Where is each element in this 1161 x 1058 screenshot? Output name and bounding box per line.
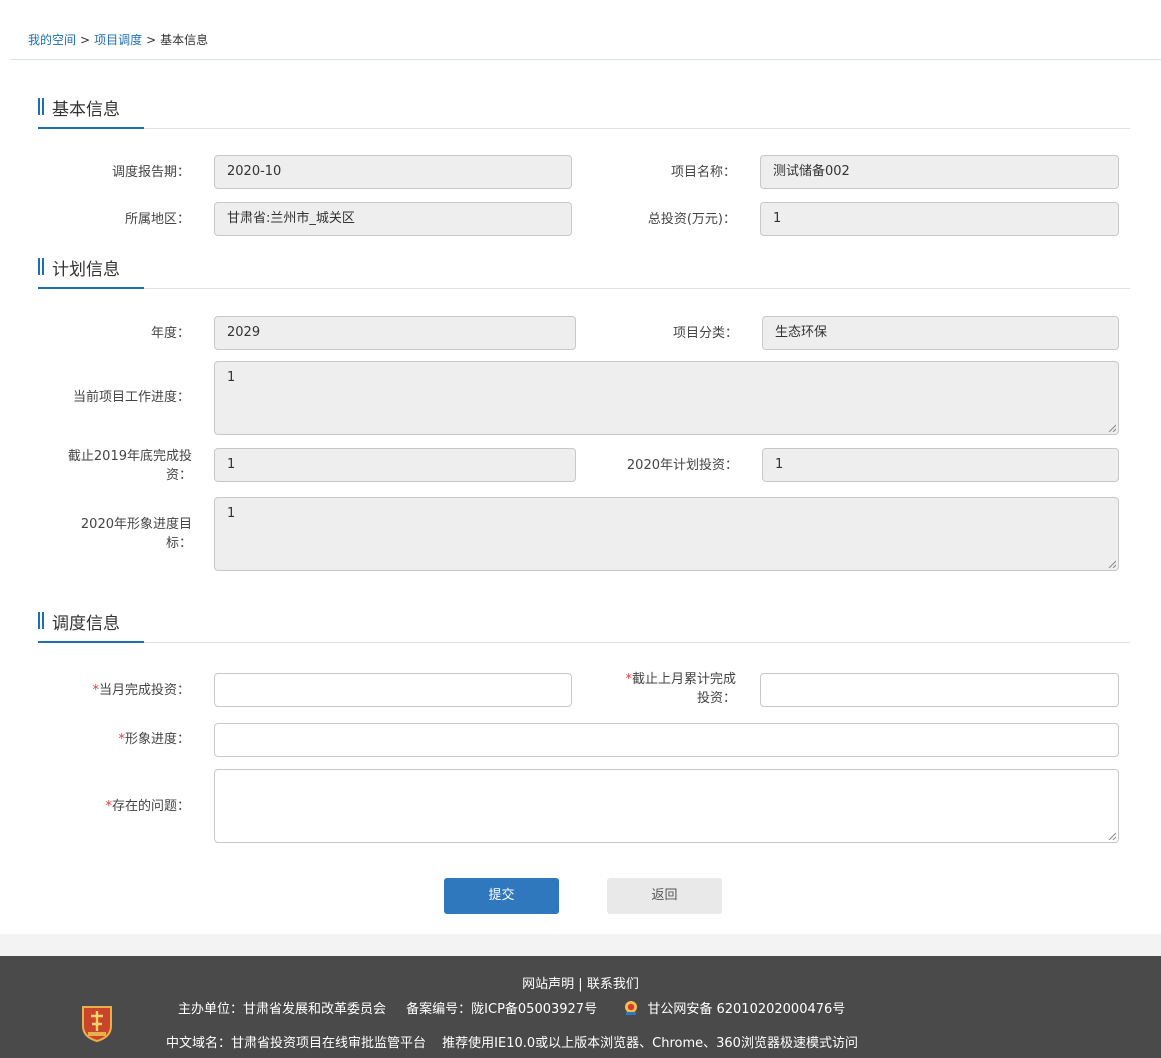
section-marker-icon bbox=[38, 612, 44, 629]
top-divider bbox=[10, 59, 1161, 60]
project-name-label: 项目名称： bbox=[670, 165, 736, 180]
cumulative-investment-label-line2: 投资： bbox=[696, 691, 736, 706]
completed-2019-field: 1 bbox=[214, 448, 576, 482]
monthly-investment-label-text: 当月完成投资： bbox=[98, 683, 190, 698]
region-label: 所属地区： bbox=[124, 212, 190, 227]
section-title-dispatch: 调度信息 bbox=[52, 614, 120, 634]
breadcrumb: 我的空间 > 项目调度 > 基本信息 bbox=[28, 31, 208, 48]
section-divider bbox=[38, 128, 1130, 129]
section-title-plan: 计划信息 bbox=[52, 260, 120, 280]
section-underline bbox=[38, 287, 144, 289]
breadcrumb-project-dispatch[interactable]: 项目调度 bbox=[94, 33, 142, 47]
footer-domain: 中文域名：甘肃省投资项目在线审批监管平台 bbox=[166, 1036, 427, 1051]
cumulative-investment-label: *截止上月累计完成 投资： bbox=[580, 670, 736, 708]
target-2020-value: 1 bbox=[227, 506, 236, 521]
resize-grip-icon[interactable] bbox=[1108, 560, 1116, 568]
footer-police-record[interactable]: 甘公网安备 62010202000476号 bbox=[647, 1002, 845, 1017]
section-divider bbox=[38, 642, 1130, 643]
footer-spacer bbox=[0, 934, 1161, 956]
region-field: 甘肃省:兰州市_城关区 bbox=[214, 202, 572, 236]
page: 我的空间 > 项目调度 > 基本信息 基本信息 调度报告期： 2020-10 项目名称：… bbox=[0, 0, 1161, 1058]
resize-grip-icon[interactable] bbox=[1108, 424, 1116, 432]
report-period-field: 2020-10 bbox=[214, 155, 572, 189]
section-marker-icon bbox=[38, 98, 44, 115]
breadcrumb-my-space[interactable]: 我的空间 bbox=[28, 33, 76, 47]
issues-textarea[interactable] bbox=[214, 769, 1119, 843]
breadcrumb-separator: > bbox=[146, 33, 157, 47]
section-divider bbox=[38, 288, 1130, 289]
footer-sponsor: 主办单位：甘肃省发展和改革委员会 bbox=[178, 1002, 387, 1017]
issues-label-text: 存在的问题： bbox=[111, 799, 190, 814]
monthly-investment-input[interactable] bbox=[214, 673, 572, 707]
section-marker-icon bbox=[38, 258, 44, 275]
section-underline bbox=[38, 641, 144, 643]
footer-links[interactable]: 网站声明 | 联系我们 bbox=[0, 973, 1161, 992]
completed-2019-label: 截止2019年底完成投 资： bbox=[40, 447, 192, 485]
total-investment-field: 1 bbox=[760, 202, 1119, 236]
footer-row-domain: 中文域名：甘肃省投资项目在线审批监管平台 推荐使用IE10.0或以上版本浏览器、… bbox=[166, 1032, 858, 1051]
back-button[interactable]: 返回 bbox=[607, 878, 722, 914]
target-2020-label-line2: 标： bbox=[165, 536, 192, 551]
police-badge-icon bbox=[625, 1001, 638, 1015]
planned-2020-field: 1 bbox=[762, 448, 1119, 482]
category-field: 生态环保 bbox=[762, 316, 1119, 350]
breadcrumb-separator: > bbox=[80, 33, 91, 47]
report-period-label: 调度报告期： bbox=[111, 165, 190, 180]
year-label: 年度： bbox=[150, 326, 190, 341]
target-2020-label-line1: 2020年形象进度目 bbox=[80, 517, 192, 532]
submit-button[interactable]: 提交 bbox=[444, 878, 559, 914]
project-name-field: 测试储备002 bbox=[760, 155, 1119, 189]
category-label: 项目分类： bbox=[672, 326, 738, 341]
progress-textarea: 1 bbox=[214, 361, 1119, 435]
image-progress-label-text: 形象进度： bbox=[124, 732, 190, 747]
completed-2019-label-line1: 截止2019年底完成投 bbox=[67, 449, 192, 464]
year-field: 2029 bbox=[214, 316, 576, 350]
emblem-logo-icon bbox=[82, 1006, 112, 1042]
footer-browser-note: 推荐使用IE10.0或以上版本浏览器、Chrome、360浏览器极速模式访问 bbox=[442, 1036, 858, 1051]
cumulative-investment-label-line1: 截止上月累计完成 bbox=[631, 672, 736, 687]
completed-2019-label-line2: 资： bbox=[165, 468, 192, 483]
progress-label: 当前项目工作进度： bbox=[72, 390, 190, 405]
footer-icp[interactable]: 备案编号：陇ICP备05003927号 bbox=[406, 1002, 597, 1017]
image-progress-input[interactable] bbox=[214, 723, 1119, 757]
progress-value: 1 bbox=[227, 370, 236, 385]
monthly-investment-label: *当月完成投资： bbox=[40, 681, 190, 700]
section-underline bbox=[38, 127, 144, 129]
section-title-basic: 基本信息 bbox=[52, 100, 120, 120]
resize-grip-icon[interactable] bbox=[1108, 832, 1116, 840]
issues-label: *存在的问题： bbox=[40, 797, 190, 816]
target-2020-textarea: 1 bbox=[214, 497, 1119, 571]
target-2020-label: 2020年形象进度目 标： bbox=[40, 515, 192, 553]
footer-row-sponsor: 主办单位：甘肃省发展和改革委员会 备案编号：陇ICP备05003927号 甘公网… bbox=[178, 998, 845, 1017]
planned-2020-label: 2020年计划投资： bbox=[626, 458, 738, 473]
breadcrumb-current: 基本信息 bbox=[160, 33, 209, 47]
cumulative-investment-input[interactable] bbox=[760, 673, 1119, 707]
total-investment-label: 总投资(万元)： bbox=[647, 212, 736, 227]
footer: 网站声明 | 联系我们 主办单位：甘肃省发展和改革委员会 备案编号：陇ICP备0… bbox=[0, 956, 1161, 1058]
image-progress-label: *形象进度： bbox=[40, 730, 190, 749]
